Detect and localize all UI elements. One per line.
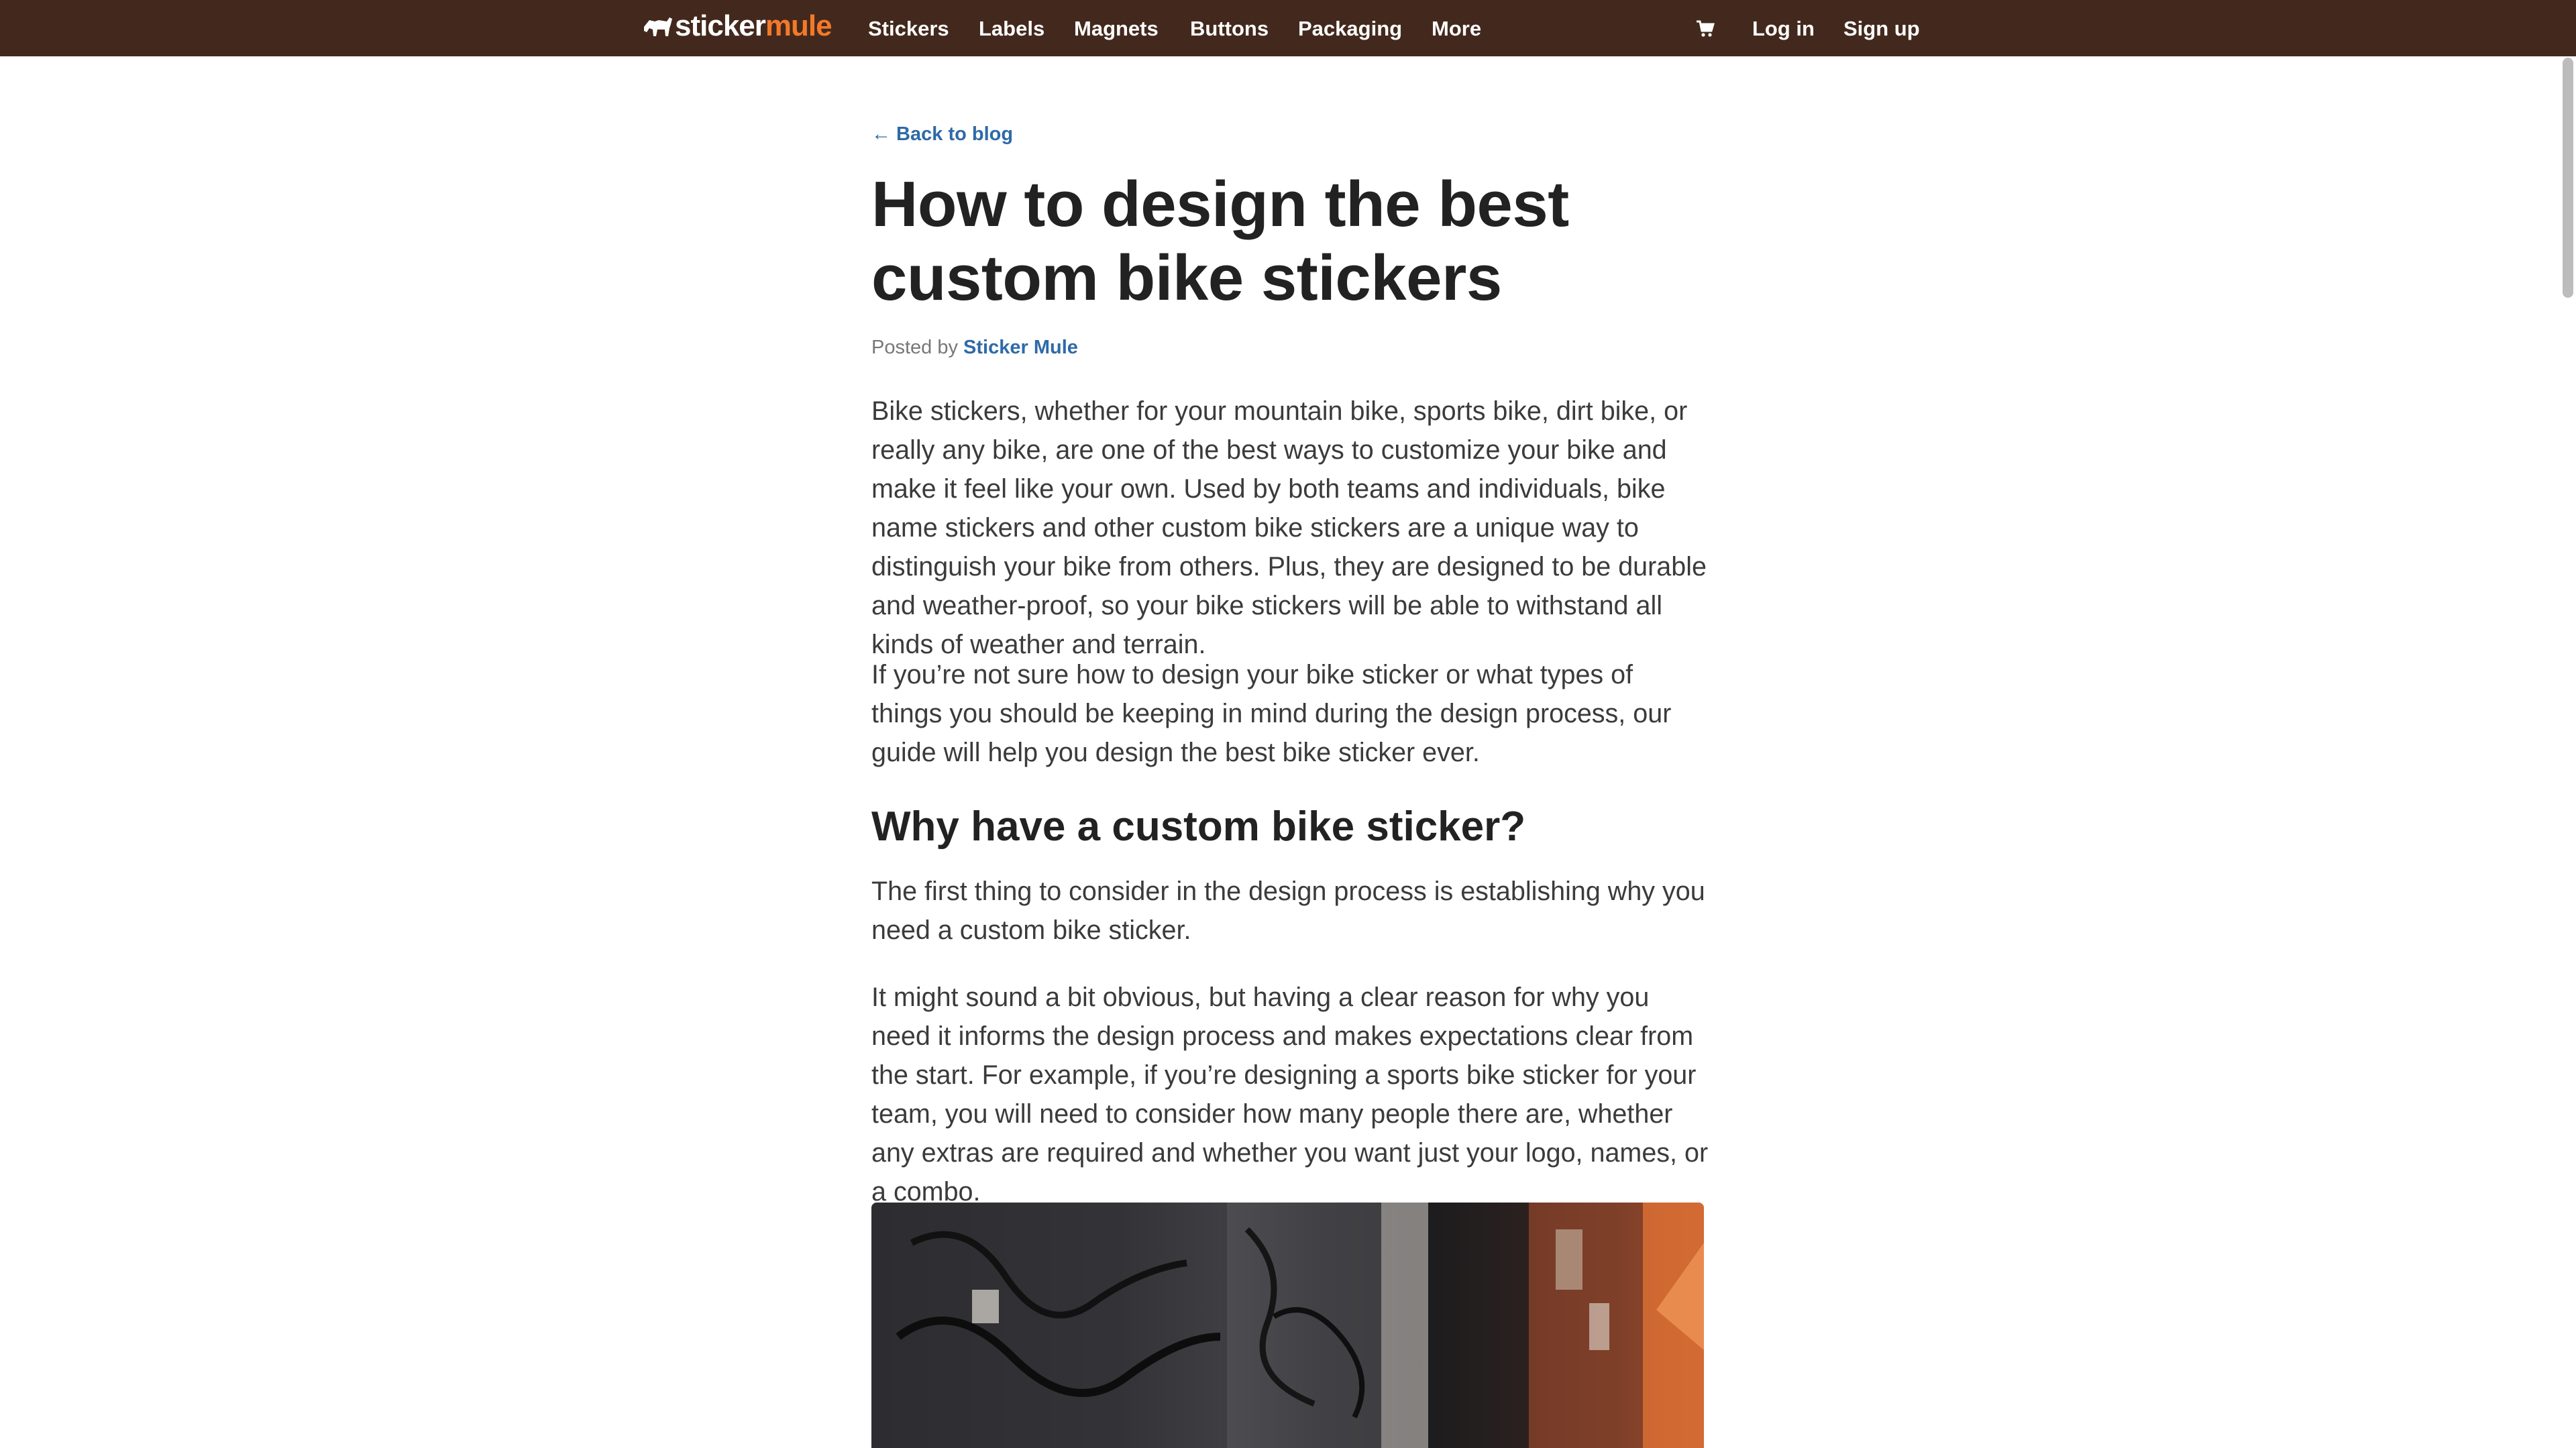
nav-buttons[interactable]: Buttons (1190, 0, 1269, 56)
section-heading: Why have a custom bike sticker? (871, 803, 1526, 850)
mule-icon (644, 17, 672, 36)
signup-link[interactable]: Sign up (1843, 0, 1920, 56)
nav-more[interactable]: More (1432, 0, 1481, 56)
top-navbar: stickermule Stickers Labels Magnets Butt… (0, 0, 2576, 56)
login-link[interactable]: Log in (1752, 0, 1815, 56)
logo-text-sticker: sticker (675, 9, 766, 42)
scrollbar-thumb[interactable] (2563, 58, 2573, 298)
article-image (871, 1203, 1704, 1448)
section-paragraph-2: It might sound a bit obvious, but having… (871, 983, 1709, 1207)
nav-packaging[interactable]: Packaging (1298, 0, 1402, 56)
guide-paragraph: If you’re not sure how to design your bi… (871, 660, 1672, 767)
graffiti-photo (871, 1203, 1704, 1448)
nav-magnets[interactable]: Magnets (1074, 0, 1159, 56)
logo-text-mule: mule (765, 9, 833, 42)
stickermule-logo[interactable]: stickermule (643, 9, 833, 42)
back-to-blog-link[interactable]: ← Back to blog (871, 123, 1013, 146)
byline-prefix: Posted by (871, 337, 958, 358)
byline: Posted by Sticker Mule (871, 337, 1078, 359)
author-link[interactable]: Sticker Mule (963, 337, 1078, 358)
cart-icon[interactable] (1696, 20, 1715, 38)
article-title: How to design the best custom bike stick… (871, 168, 1569, 314)
section-paragraph-1: The first thing to consider in the desig… (871, 877, 1705, 945)
nav-labels[interactable]: Labels (979, 0, 1044, 56)
intro-paragraph: Bike stickers, whether for your mountain… (871, 396, 1707, 659)
nav-stickers[interactable]: Stickers (868, 0, 949, 56)
